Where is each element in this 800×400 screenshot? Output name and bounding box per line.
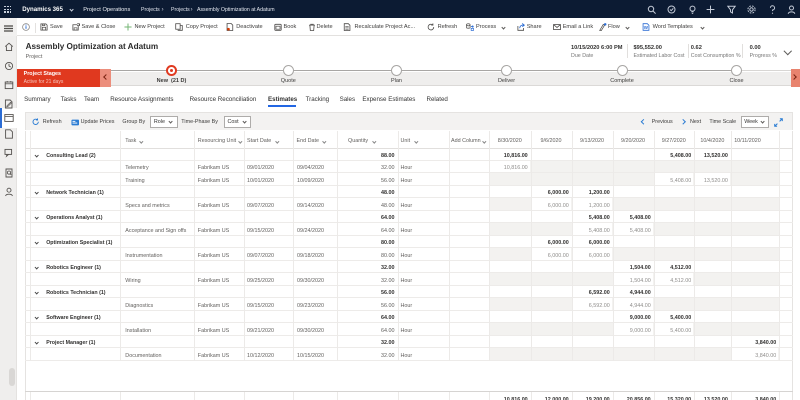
svg-text:W: W [644, 25, 649, 30]
